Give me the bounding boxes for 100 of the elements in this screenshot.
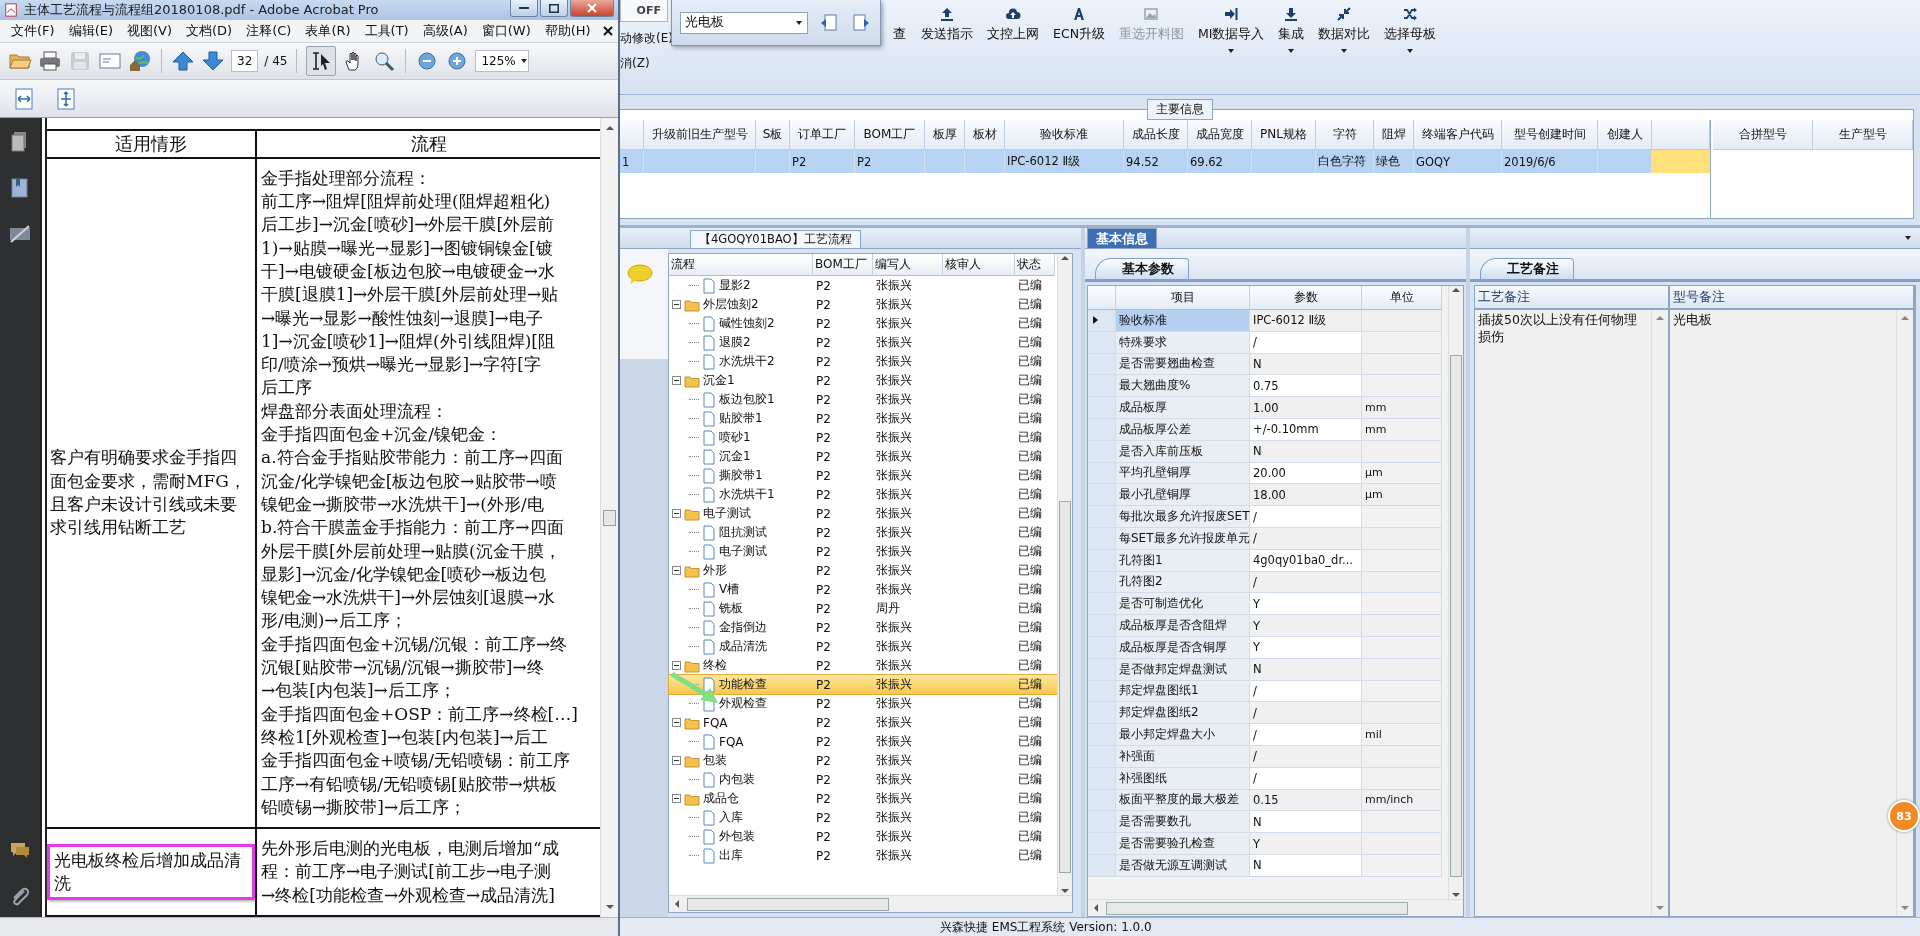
scrollbar-thumb[interactable] bbox=[603, 509, 616, 526]
column-header[interactable]: 成品长度 bbox=[1124, 120, 1188, 150]
toolbar-button[interactable]: 文控上网 bbox=[981, 0, 1045, 80]
panel-tab[interactable]: 基本信息 bbox=[1087, 228, 1157, 248]
table-cell[interactable]: / bbox=[1250, 702, 1362, 725]
table-cell[interactable]: / bbox=[1250, 527, 1362, 550]
zoom-field[interactable]: 125% bbox=[475, 50, 530, 72]
column-header[interactable]: PNL规格 bbox=[1252, 120, 1316, 150]
scroll-up-icon[interactable] bbox=[1655, 314, 1665, 322]
menu-item[interactable]: 高级(A) bbox=[415, 22, 475, 40]
subtab[interactable]: 工艺备注 bbox=[1480, 258, 1574, 279]
table-cell[interactable]: +/-0.10mm bbox=[1250, 419, 1362, 441]
table-cell[interactable]: N bbox=[1250, 854, 1362, 877]
ribbon-tab[interactable]: OFF bbox=[620, 0, 668, 22]
column-header[interactable]: 项目 bbox=[1116, 286, 1250, 310]
table-cell[interactable]: / bbox=[1250, 680, 1362, 703]
column-header[interactable]: 生产型号 bbox=[1813, 120, 1913, 150]
tree-row[interactable]: 沉金1 P2 张振兴 已编 bbox=[669, 371, 1057, 390]
tree-row[interactable]: V槽 P2 张振兴 已编 bbox=[669, 580, 1057, 599]
toolbar-button[interactable]: 集成 bbox=[1272, 0, 1311, 80]
table-cell[interactable]: / bbox=[1250, 724, 1362, 746]
tree-row[interactable]: 水洗烘干2 P2 张振兴 已编 bbox=[669, 352, 1057, 371]
magnifier-icon[interactable] bbox=[372, 49, 397, 73]
maximize-button[interactable] bbox=[540, 0, 568, 17]
table-cell[interactable]: / bbox=[1250, 331, 1362, 354]
fit-width-icon[interactable] bbox=[12, 86, 36, 111]
tree-row[interactable]: 撕胶带1 P2 张振兴 已编 bbox=[669, 466, 1057, 485]
table-cell[interactable]: / bbox=[1250, 506, 1362, 528]
column-header[interactable]: 核审人 bbox=[943, 254, 1015, 276]
table-cell[interactable]: 0.75 bbox=[1250, 375, 1362, 398]
column-header[interactable]: 升级前旧生产型号 bbox=[644, 120, 756, 150]
scroll-up-icon[interactable] bbox=[1900, 314, 1910, 322]
tree-row[interactable]: FQA P2 张振兴 已编 bbox=[669, 732, 1057, 751]
tree-row[interactable]: 碱性蚀刻2 P2 张振兴 已编 bbox=[669, 314, 1057, 333]
down-arrow-icon[interactable] bbox=[201, 49, 225, 73]
table-cell[interactable]: IPC-6012 Ⅱ级 bbox=[1250, 310, 1362, 332]
toolbar-button[interactable]: 发送指示 bbox=[915, 0, 979, 80]
scroll-up-icon[interactable] bbox=[604, 124, 615, 132]
column-header[interactable]: 终端客户代码 bbox=[1414, 120, 1502, 150]
scrollbar-thumb[interactable] bbox=[687, 897, 889, 911]
collapse-icon[interactable] bbox=[672, 509, 681, 518]
panel-tab[interactable]: 【4GOQY01BAO】工艺流程 bbox=[690, 230, 861, 248]
close-button[interactable] bbox=[570, 0, 614, 17]
column-header[interactable]: 字符 bbox=[1316, 120, 1374, 150]
collapse-icon[interactable] bbox=[672, 718, 681, 727]
collapse-icon[interactable] bbox=[672, 566, 681, 575]
dropdown-caret-icon[interactable] bbox=[1406, 47, 1415, 55]
column-header[interactable]: 阻焊 bbox=[1374, 120, 1414, 150]
tree-row[interactable]: 阻抗测试 P2 张振兴 已编 bbox=[669, 523, 1057, 542]
fit-page-icon[interactable] bbox=[54, 86, 78, 111]
tree-row[interactable]: 电子测试 P2 张振兴 已编 bbox=[669, 504, 1057, 523]
menu-item[interactable]: 消(Z) bbox=[620, 55, 720, 72]
table-cell[interactable]: 20.00 bbox=[1250, 462, 1362, 485]
table-cell[interactable]: N bbox=[1250, 658, 1362, 681]
toolbar-button[interactable]: MI数据导入 bbox=[1192, 0, 1271, 80]
column-header[interactable]: 流程 bbox=[669, 254, 813, 276]
table-cell[interactable]: 18.00 bbox=[1250, 484, 1362, 507]
dropdown-caret-icon[interactable] bbox=[1904, 234, 1912, 242]
table-cell[interactable]: N bbox=[1250, 440, 1362, 463]
tree-row[interactable]: 出库 P2 张振兴 已编 bbox=[669, 846, 1057, 865]
tree-row[interactable]: 功能检查 P2 张振兴 已编 bbox=[669, 675, 1057, 694]
scroll-up-icon[interactable] bbox=[1451, 286, 1461, 294]
table-cell[interactable]: N bbox=[1250, 811, 1362, 834]
tree-row[interactable]: 电子测试 P2 张振兴 已编 bbox=[669, 542, 1057, 561]
scrollbar-thumb[interactable] bbox=[1059, 501, 1071, 873]
collapse-icon[interactable] bbox=[672, 376, 681, 385]
print-icon[interactable] bbox=[38, 49, 62, 73]
close-icon[interactable] bbox=[602, 25, 614, 37]
collapse-icon[interactable] bbox=[672, 661, 681, 670]
column-header[interactable]: 板材 bbox=[965, 120, 1005, 150]
tree-row[interactable]: 外包装 P2 张振兴 已编 bbox=[669, 827, 1057, 846]
notes-field[interactable]: 插拔50次以上没有任何物理损伤 bbox=[1475, 310, 1651, 916]
table-cell[interactable]: Y bbox=[1250, 615, 1362, 637]
menu-item[interactable]: 编辑(E) bbox=[61, 22, 120, 40]
table-cell[interactable]: 0.15 bbox=[1250, 789, 1362, 812]
table-cell[interactable]: 1.00 bbox=[1250, 397, 1362, 419]
tree-row[interactable]: 内包装 P2 张振兴 已编 bbox=[669, 770, 1057, 789]
column-header[interactable]: 板厚 bbox=[925, 120, 965, 150]
dropdown-caret-icon[interactable] bbox=[1227, 47, 1236, 55]
table-cell[interactable]: 4g0qy01ba0_dr... bbox=[1250, 549, 1362, 572]
tree-row[interactable]: 贴胶带1 P2 张振兴 已编 bbox=[669, 409, 1057, 428]
toolbar-button[interactable]: ECN升级 bbox=[1047, 0, 1111, 80]
column-header[interactable]: 创建人 bbox=[1598, 120, 1652, 150]
tree-row[interactable]: 外形 P2 张振兴 已编 bbox=[669, 561, 1057, 580]
table-cell[interactable]: Y bbox=[1250, 636, 1362, 659]
tree-row[interactable]: 显影2 P2 张振兴 已编 bbox=[669, 276, 1057, 295]
column-header[interactable]: 型号创建时间 bbox=[1502, 120, 1598, 150]
scroll-left-icon[interactable] bbox=[1092, 903, 1100, 913]
caret-icon[interactable] bbox=[795, 18, 803, 27]
tree-row[interactable]: 退膜2 P2 张振兴 已编 bbox=[669, 333, 1057, 352]
tree-row[interactable]: 水洗烘干1 P2 张振兴 已编 bbox=[669, 485, 1057, 504]
tree-row[interactable]: 入库 P2 张振兴 已编 bbox=[669, 808, 1057, 827]
column-header[interactable]: 成品宽度 bbox=[1188, 120, 1252, 150]
scroll-down-icon[interactable] bbox=[604, 903, 615, 911]
pen-slash-icon[interactable] bbox=[8, 222, 32, 246]
scroll-down-icon[interactable] bbox=[1655, 904, 1665, 912]
tree-row[interactable]: 包装 P2 张振兴 已编 bbox=[669, 751, 1057, 770]
column-header[interactable]: 编写人 bbox=[873, 254, 943, 276]
tree-row[interactable]: 终检 P2 张振兴 已编 bbox=[669, 656, 1057, 675]
tree-row[interactable]: 金指倒边 P2 张振兴 已编 bbox=[669, 618, 1057, 637]
